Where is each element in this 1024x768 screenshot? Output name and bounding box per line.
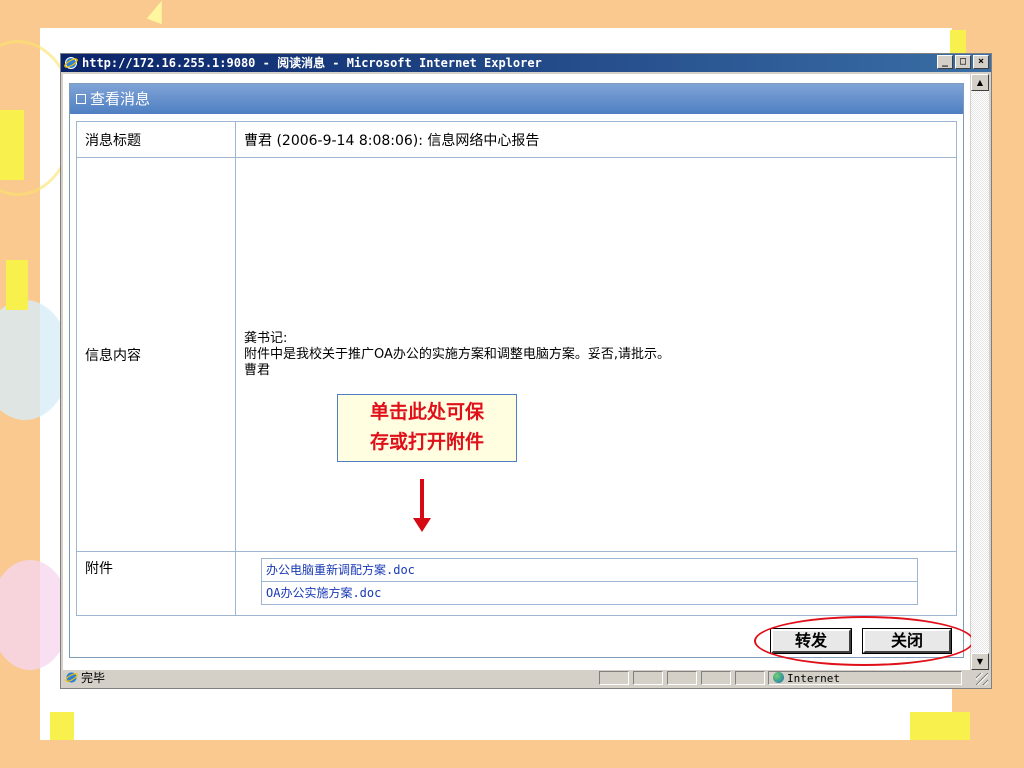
maximize-button[interactable]: □ — [955, 55, 971, 69]
view-message-panel: 查看消息 消息标题 曹君 (2006-9-14 8:08:06): 信息网络中心… — [69, 83, 974, 666]
status-text: 完毕 — [81, 671, 106, 685]
vertical-scrollbar[interactable]: ▲ ▼ — [971, 74, 989, 670]
decorative-block — [0, 110, 24, 180]
resize-grip-icon[interactable] — [976, 673, 988, 685]
decorative-block — [910, 712, 970, 740]
status-segment — [701, 671, 731, 685]
table-row: 信息内容 龚书记: 附件中是我校关于推广OA办公的实施方案和调整电脑方案。妥否,… — [76, 157, 957, 552]
title-value: 曹君 (2006-9-14 8:08:06): 信息网络中心报告 — [235, 121, 957, 158]
table-row: 附件 办公电脑重新调配方案.doc OA办公实施方案.doc — [76, 551, 957, 616]
scroll-down-icon[interactable]: ▼ — [971, 653, 989, 670]
globe-icon — [773, 672, 784, 683]
status-segment — [667, 671, 697, 685]
arrow-down-icon — [413, 518, 431, 532]
title-label: 消息标题 — [76, 121, 236, 158]
page-content: 查看消息 消息标题 曹君 (2006-9-14 8:08:06): 信息网络中心… — [63, 74, 974, 670]
status-bar: 完毕 Internet — [63, 670, 989, 686]
browser-window: http://172.16.255.1:9080 - 阅读消息 - Micros… — [60, 53, 992, 689]
message-table-wrapper: 消息标题 曹君 (2006-9-14 8:08:06): 信息网络中心报告 信息… — [76, 121, 957, 616]
panel-title: 查看消息 — [90, 90, 151, 108]
table-row: 消息标题 曹君 (2006-9-14 8:08:06): 信息网络中心报告 — [76, 121, 957, 158]
attachment-cell: 办公电脑重新调配方案.doc OA办公实施方案.doc — [235, 551, 957, 616]
panel-header: 查看消息 — [70, 84, 963, 114]
window-title: http://172.16.255.1:9080 - 阅读消息 - Micros… — [82, 56, 542, 70]
scroll-up-icon[interactable]: ▲ — [971, 74, 989, 91]
content-line: 曹君 — [244, 362, 271, 378]
close-window-button[interactable]: × — [973, 55, 989, 69]
internet-explorer-icon — [64, 57, 78, 69]
decorative-block — [6, 260, 28, 310]
callout-line: 存或打开附件 — [369, 431, 484, 453]
message-table: 消息标题 曹君 (2006-9-14 8:08:06): 信息网络中心报告 信息… — [76, 121, 957, 616]
page-done-icon — [65, 672, 78, 683]
content-line: 附件中是我校关于推广OA办公的实施方案和调整电脑方案。妥否,请批示。 — [244, 346, 671, 362]
attachment-label: 附件 — [76, 551, 236, 616]
status-segment — [599, 671, 629, 685]
zone-label: Internet — [787, 672, 840, 685]
attachment-link[interactable]: OA办公实施方案.doc — [262, 582, 917, 604]
status-segment — [633, 671, 663, 685]
status-text-wrap: 完毕 — [65, 670, 105, 686]
panel-bullet-icon — [76, 93, 86, 104]
content-line: 龚书记: — [244, 330, 288, 346]
annotation-arrow — [420, 479, 424, 521]
title-bar[interactable]: http://172.16.255.1:9080 - 阅读消息 - Micros… — [61, 54, 991, 72]
attachment-link[interactable]: 办公电脑重新调配方案.doc — [262, 559, 917, 582]
content-label: 信息内容 — [76, 157, 236, 552]
callout-line: 单击此处可保 — [369, 401, 484, 423]
content-value: 龚书记: 附件中是我校关于推广OA办公的实施方案和调整电脑方案。妥否,请批示。 … — [235, 157, 957, 552]
annotation-callout: 单击此处可保 存或打开附件 — [337, 394, 517, 462]
decorative-block — [50, 712, 74, 740]
annotation-oval — [754, 616, 974, 666]
status-segment — [735, 671, 765, 685]
decorative-triangle — [146, 0, 170, 25]
minimize-button[interactable]: _ — [937, 55, 953, 69]
attachment-list: 办公电脑重新调配方案.doc OA办公实施方案.doc — [261, 558, 918, 605]
security-zone: Internet — [768, 671, 962, 685]
